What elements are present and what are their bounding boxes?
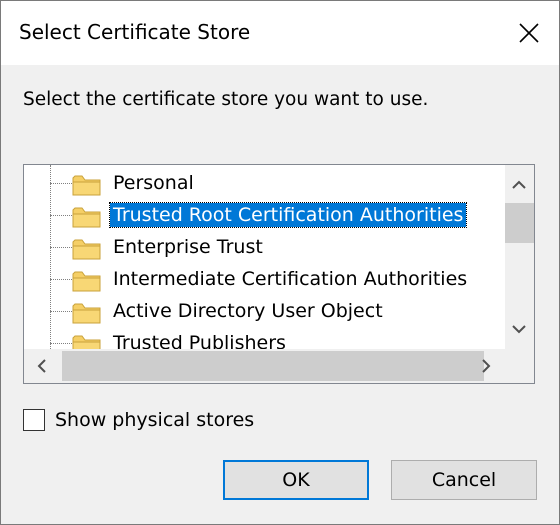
scroll-left-button[interactable]: [32, 356, 52, 376]
close-icon: [519, 23, 539, 43]
instruction-text: Select the certificate store you want to…: [23, 89, 429, 110]
scroll-right-button[interactable]: [476, 356, 496, 376]
show-physical-stores-checkbox[interactable]: [23, 409, 45, 431]
chevron-left-icon: [37, 359, 46, 373]
tree-item-enterprise-trust[interactable]: Enterprise Trust: [24, 231, 524, 263]
select-certificate-store-dialog: Select Certificate Store Select the cert…: [0, 0, 560, 525]
tree-item-label: Intermediate Certification Authorities: [113, 268, 468, 290]
close-button[interactable]: [507, 11, 551, 55]
folder-icon: [72, 303, 101, 324]
chevron-up-icon: [512, 180, 526, 189]
tree-item-intermediate[interactable]: Intermediate Certification Authorities: [24, 263, 524, 295]
tree-item-personal[interactable]: Personal: [24, 167, 524, 199]
ok-button[interactable]: OK: [223, 460, 369, 500]
scroll-up-button[interactable]: [509, 175, 529, 195]
tree-item-label: Enterprise Trust: [113, 236, 263, 258]
folder-icon: [72, 175, 101, 196]
folder-icon: [72, 271, 101, 292]
folder-icon: [72, 239, 101, 260]
tree-item-label: Trusted Root Certification Authorities: [108, 202, 468, 228]
tree-item-trusted-root[interactable]: Trusted Root Certification Authorities: [24, 199, 524, 231]
horizontal-scroll-thumb[interactable]: [62, 351, 484, 381]
tree-item-label: Active Directory User Object: [113, 300, 383, 322]
dialog-title: Select Certificate Store: [19, 20, 251, 44]
tree-item-active-directory[interactable]: Active Directory User Object: [24, 295, 524, 327]
chevron-down-icon: [512, 325, 526, 334]
tree-item-label: Personal: [113, 172, 194, 194]
vertical-scroll-thumb[interactable]: [505, 203, 534, 243]
scrollbar-corner: [505, 349, 534, 383]
chevron-right-icon: [482, 359, 491, 373]
folder-icon: [72, 207, 101, 228]
certificate-store-tree[interactable]: Personal Trusted Root Certification Auth…: [23, 164, 535, 384]
scroll-down-button[interactable]: [509, 319, 529, 339]
title-bar: Select Certificate Store: [1, 1, 559, 65]
show-physical-stores-label: Show physical stores: [55, 409, 255, 431]
cancel-button[interactable]: Cancel: [391, 460, 537, 500]
